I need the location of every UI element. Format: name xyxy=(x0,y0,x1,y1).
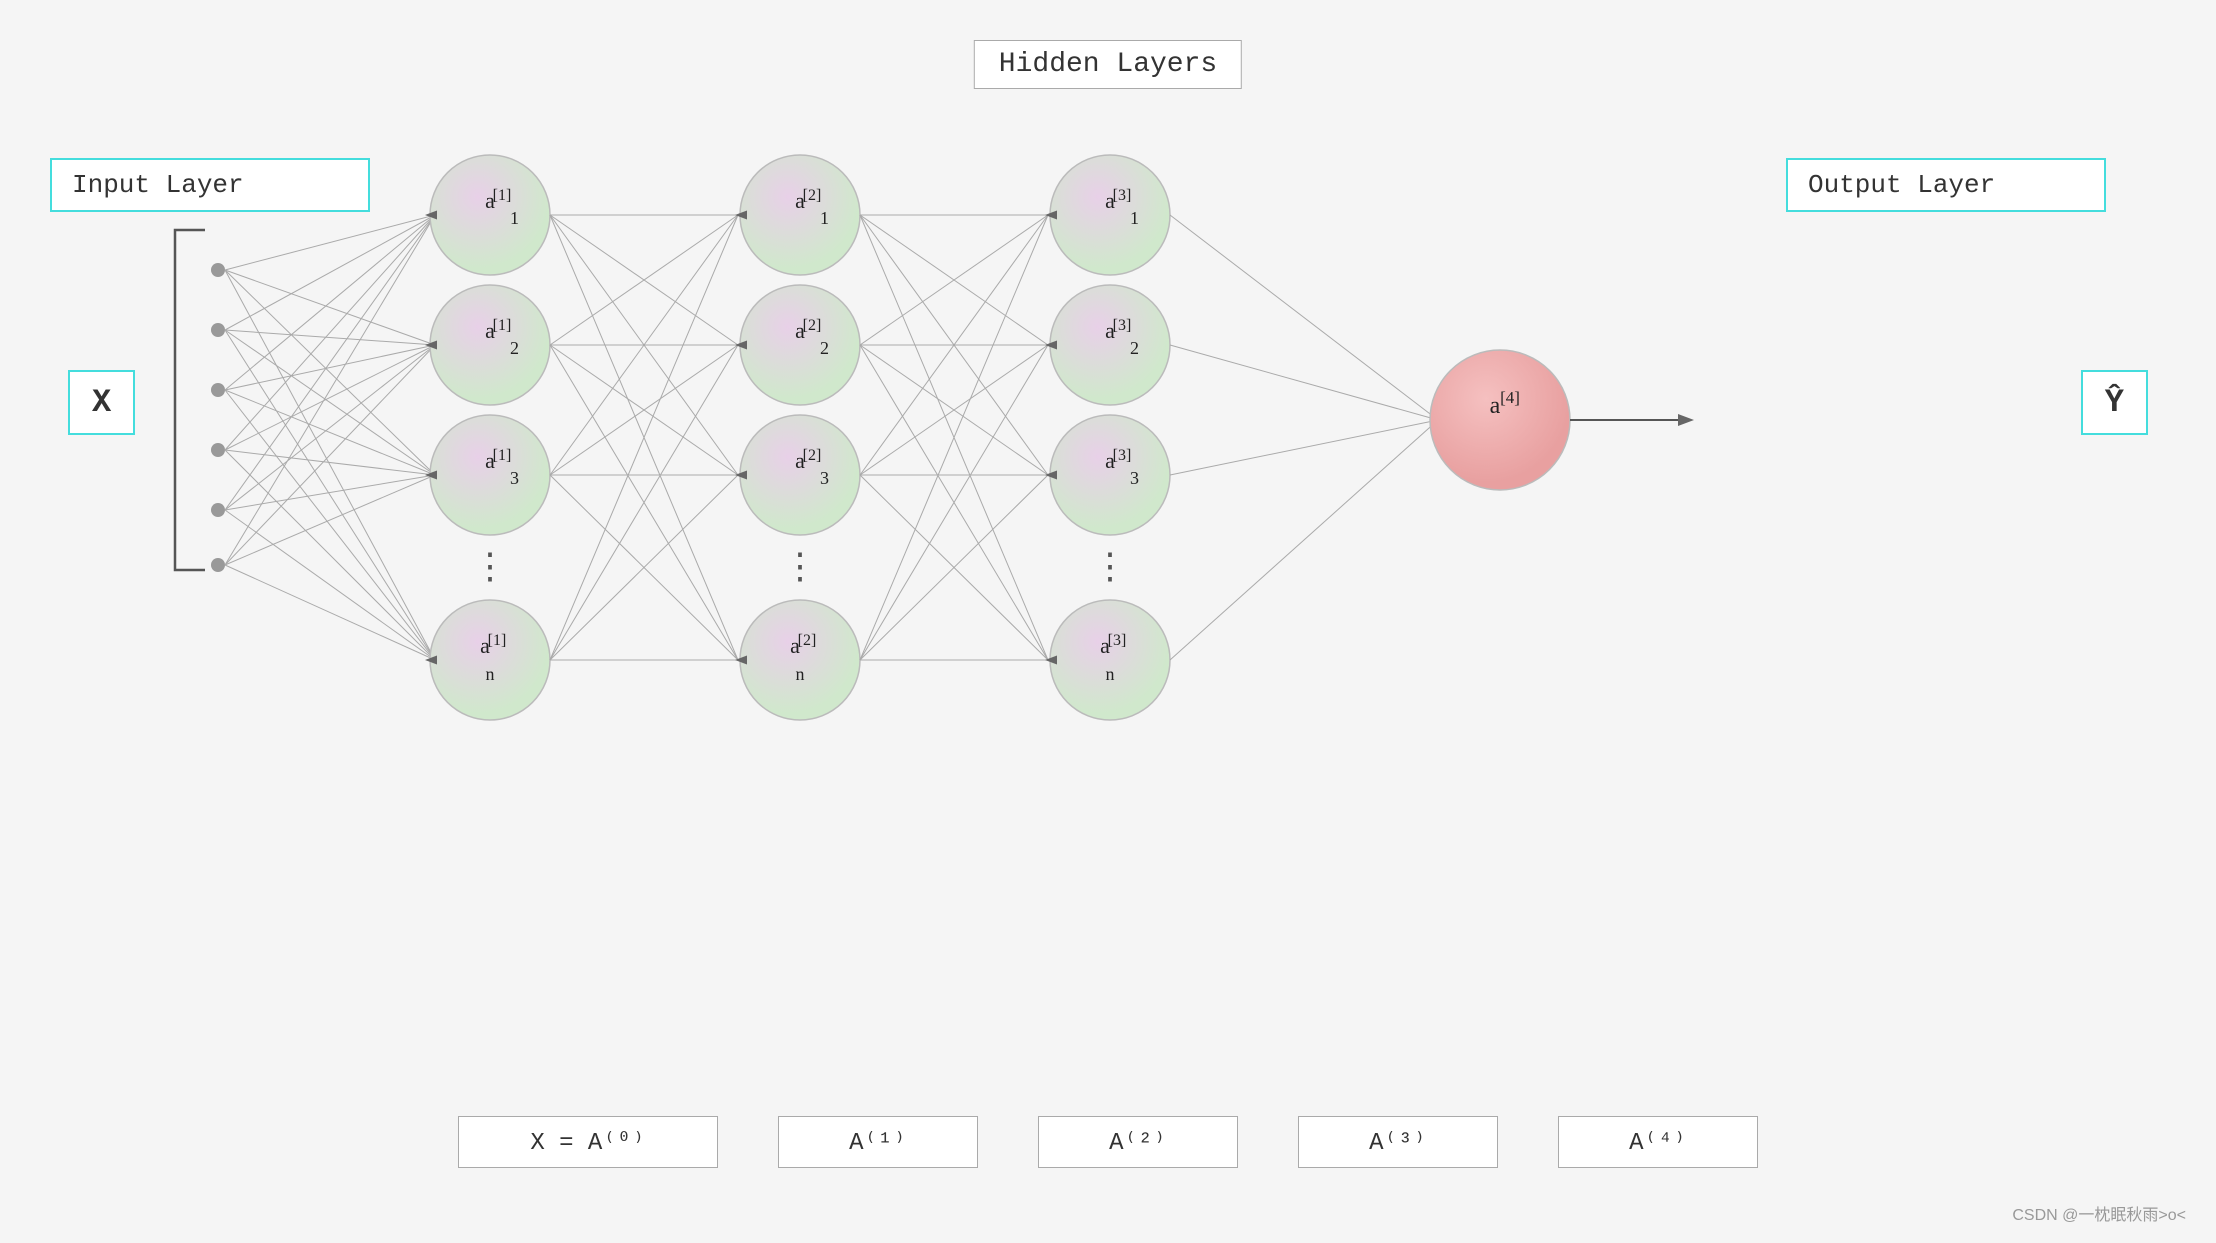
svg-text:n: n xyxy=(796,664,805,684)
l3-node-n xyxy=(1050,600,1170,720)
svg-text:3: 3 xyxy=(1130,468,1139,488)
l1-node-1 xyxy=(430,155,550,275)
svg-text:[1]: [1] xyxy=(488,632,507,649)
svg-text:⋮: ⋮ xyxy=(1092,548,1128,589)
svg-text:⋮: ⋮ xyxy=(472,548,508,589)
l2-node-n xyxy=(740,600,860,720)
bottom-label-a3: A⁽³⁾ xyxy=(1298,1116,1498,1168)
svg-text:[3]: [3] xyxy=(1113,317,1132,334)
bottom-label-a4: A⁽⁴⁾ xyxy=(1558,1116,1758,1168)
bottom-labels-container: X = A⁽⁰⁾ A⁽¹⁾ A⁽²⁾ A⁽³⁾ A⁽⁴⁾ xyxy=(0,1116,2216,1168)
watermark: CSDN @一枕眠秋雨>o< xyxy=(2012,1201,2186,1225)
network-diagram: a [1] 1 a [1] 2 a [1] 3 ⋮ a [1] n xyxy=(0,0,2216,1243)
svg-text:[4]: [4] xyxy=(1500,388,1520,407)
svg-text:n: n xyxy=(1106,664,1115,684)
svg-text:2: 2 xyxy=(510,338,519,358)
main-container: Hidden Layers Input Layer Output Layer X… xyxy=(0,0,2216,1243)
svg-text:[1]: [1] xyxy=(493,317,512,334)
l3-to-output-connections xyxy=(1170,215,1438,660)
svg-text:1: 1 xyxy=(820,208,829,228)
l1-to-l2-connections xyxy=(550,215,738,660)
input-node-5 xyxy=(211,503,225,517)
bottom-label-a1: A⁽¹⁾ xyxy=(778,1116,978,1168)
svg-text:3: 3 xyxy=(820,468,829,488)
svg-text:2: 2 xyxy=(1130,338,1139,358)
input-node-4 xyxy=(211,443,225,457)
output-node xyxy=(1430,350,1570,490)
l1-node-2 xyxy=(430,285,550,405)
l2-node-2 xyxy=(740,285,860,405)
l3-node-1 xyxy=(1050,155,1170,275)
svg-text:[3]: [3] xyxy=(1113,447,1132,464)
svg-text:2: 2 xyxy=(820,338,829,358)
svg-text:[1]: [1] xyxy=(493,447,512,464)
svg-text:[2]: [2] xyxy=(803,187,822,204)
l2-node-3 xyxy=(740,415,860,535)
input-node-2 xyxy=(211,323,225,337)
l1-node-n xyxy=(430,600,550,720)
l2-node-1 xyxy=(740,155,860,275)
svg-text:a: a xyxy=(1490,393,1501,419)
svg-text:[3]: [3] xyxy=(1113,187,1132,204)
input-to-l1-connections xyxy=(225,215,435,660)
svg-text:[2]: [2] xyxy=(798,632,817,649)
svg-text:[1]: [1] xyxy=(493,187,512,204)
svg-text:1: 1 xyxy=(1130,208,1139,228)
l3-node-3 xyxy=(1050,415,1170,535)
l1-node-3 xyxy=(430,415,550,535)
input-node-1 xyxy=(211,263,225,277)
l2-to-l3-connections xyxy=(860,215,1048,660)
svg-text:3: 3 xyxy=(510,468,519,488)
l3-node-2 xyxy=(1050,285,1170,405)
bottom-label-x: X = A⁽⁰⁾ xyxy=(458,1116,718,1168)
svg-text:n: n xyxy=(486,664,495,684)
input-node-3 xyxy=(211,383,225,397)
input-node-6 xyxy=(211,558,225,572)
svg-text:1: 1 xyxy=(510,208,519,228)
svg-text:[2]: [2] xyxy=(803,447,822,464)
svg-text:[2]: [2] xyxy=(803,317,822,334)
svg-text:[3]: [3] xyxy=(1108,632,1127,649)
bottom-label-a2: A⁽²⁾ xyxy=(1038,1116,1238,1168)
svg-text:⋮: ⋮ xyxy=(782,548,818,589)
